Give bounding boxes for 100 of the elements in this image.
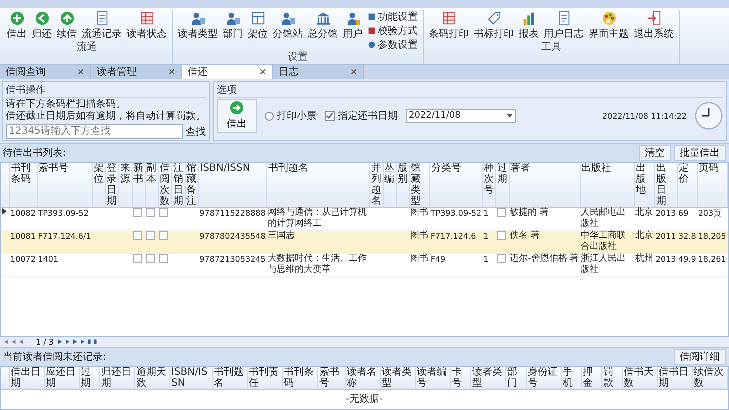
checkbox[interactable] [496,254,506,263]
column-header[interactable]: 过期 [80,367,100,390]
column-header[interactable]: 手机 [561,367,582,390]
column-header[interactable]: 出版日期 [654,163,678,208]
column-header[interactable]: 出版社 [580,163,635,208]
ribbon-small-button[interactable]: 功能设置 [366,10,420,24]
barcode-input[interactable]: 12345请输入下方查找 [6,124,183,139]
column-header[interactable]: 续借次数 [692,367,728,390]
close-icon[interactable] [169,69,175,75]
column-header[interactable]: 书刊条码 [282,367,318,390]
checkbox[interactable] [496,231,506,240]
column-header[interactable]: ISBN/ISSN [198,163,267,208]
column-header[interactable]: 卡号 [450,367,471,390]
checkbox[interactable] [146,231,156,240]
document-tab[interactable]: 读者管理 [91,65,182,79]
column-header[interactable]: 馆藏类型 [410,163,430,208]
table-row[interactable]: 10081 F717.124.6/1 9787802435548 三国志 图书 F717.124.6 1 佚名 著 中华工商联合出版社 北京 2011 32.8 18,205 [1,230,728,254]
column-header[interactable]: 借书天数 [622,367,658,390]
date-field[interactable]: 2022/11/08 [406,109,516,123]
column-header[interactable]: 读者类型 [470,367,506,390]
close-icon[interactable] [260,69,266,75]
column-header[interactable]: 借阅次数 [158,163,172,208]
ribbon-group-label: 工具 [540,42,562,54]
close-icon[interactable] [78,69,84,75]
ribbon-button[interactable]: 条码打印 [427,10,471,42]
toolbar-button[interactable]: 清空 [639,145,671,161]
ribbon-button[interactable]: 书标打印 [472,10,516,42]
column-header[interactable]: 种次号 [482,163,496,208]
ribbon-button[interactable]: 续借 [55,10,79,42]
ribbon-button[interactable]: 退出系统 [632,10,676,42]
column-header[interactable]: 书刊条码 [10,163,38,208]
column-header[interactable]: 索书号 [37,163,92,208]
column-header[interactable]: 出版地 [634,163,655,208]
column-header[interactable]: 登录日期 [105,163,119,208]
column-header[interactable]: 过期 [496,163,510,208]
lend-button[interactable]: 借出 [217,99,257,133]
column-header[interactable]: 押金 [582,367,602,390]
column-header[interactable]: 索书号 [318,367,346,390]
due-date-checkbox[interactable]: 指定还书日期 [325,109,398,123]
column-header[interactable]: 馆藏备注 [185,163,199,208]
close-icon[interactable] [351,69,357,75]
document-tab[interactable]: 借还 [182,65,273,79]
column-header[interactable]: 页码 [697,163,728,208]
ribbon-button[interactable]: 分馆站 [271,10,305,42]
checkbox[interactable] [133,231,142,240]
radio-button[interactable] [265,112,274,120]
column-header[interactable]: 丛编 [383,163,396,208]
checkbox[interactable] [133,208,142,217]
column-header[interactable]: 借书日期 [657,367,692,390]
ribbon-button[interactable]: 用户 [341,10,365,42]
column-header[interactable]: 版别 [396,163,410,208]
column-header[interactable]: 书刊题名 [212,367,248,390]
checkbox[interactable] [133,254,142,263]
column-header[interactable]: 读者编号 [416,367,451,390]
table-cell: 北京 [636,208,654,218]
print-receipt-radio[interactable]: 打印小票 [265,109,317,123]
checkbox[interactable] [325,111,335,121]
table-cell: 1 [484,232,489,241]
clock-icon [695,102,723,130]
document-tab[interactable]: 借阅查询 [0,65,91,79]
ribbon-button[interactable]: 总分馆 [306,10,340,42]
ribbon-button[interactable]: 架位 [246,10,270,42]
detail-button[interactable]: 借阅详细 [674,349,726,365]
column-header[interactable]: 借出日期 [10,367,45,390]
column-header[interactable]: 归还日期 [100,367,135,390]
checkbox[interactable] [146,254,156,263]
column-header[interactable]: 读者名称 [345,367,380,390]
column-header[interactable]: ISBN/ISSN [170,367,213,390]
ribbon-button[interactable]: 借出 [5,10,29,42]
column-header[interactable]: 身份证号 [526,367,562,390]
ribbon-button[interactable]: 部门 [221,10,245,42]
column-header[interactable]: 读者类型 [380,367,416,390]
column-header[interactable]: 著者 [509,163,580,208]
ribbon-button[interactable]: 界面主题 [587,10,631,42]
next-last-icon[interactable] [56,339,99,345]
ribbon-button[interactable]: 读者状态 [125,10,169,42]
column-header[interactable]: 分类号 [430,163,483,208]
checkbox[interactable] [496,208,506,217]
checkbox[interactable] [159,254,168,263]
column-header[interactable]: 罚款 [602,367,622,390]
ribbon-button[interactable]: 归还 [30,10,54,42]
column-header[interactable]: 书刊题名 [266,163,370,208]
checkbox[interactable] [159,208,168,217]
ribbon-small-button[interactable]: 校验方式 [366,24,420,38]
column-header[interactable]: 架位 [92,163,106,208]
column-header[interactable]: 书刊责任 [248,367,283,390]
ribbon-button[interactable]: 读者类型 [176,10,220,42]
ribbon-button[interactable]: 报表 [517,10,541,42]
ribbon-button[interactable]: 用户日志 [542,10,586,42]
checkbox[interactable] [146,208,156,217]
ribbon-small-button[interactable]: 参数设置 [366,38,420,52]
table-row[interactable]: 10072 1401 9787213053245 大数据时代：生活、工作与思维的大变革 图书 F49 1 迈尔-舍恩伯格 著 浙江人民出版社 杭州 2013 49.9 18,261 [1,254,728,276]
checkbox[interactable] [159,231,168,240]
column-header[interactable]: 逾期天数 [134,367,170,390]
ribbon-button[interactable]: 流通记录 [80,10,124,42]
search-button[interactable]: 查找 [186,124,206,138]
document-tab[interactable]: 日志 [273,65,364,79]
toolbar-button[interactable]: 批量借出 [674,145,726,161]
column-header[interactable]: 来源 [118,163,132,208]
column-header[interactable]: 副本 [145,163,158,208]
